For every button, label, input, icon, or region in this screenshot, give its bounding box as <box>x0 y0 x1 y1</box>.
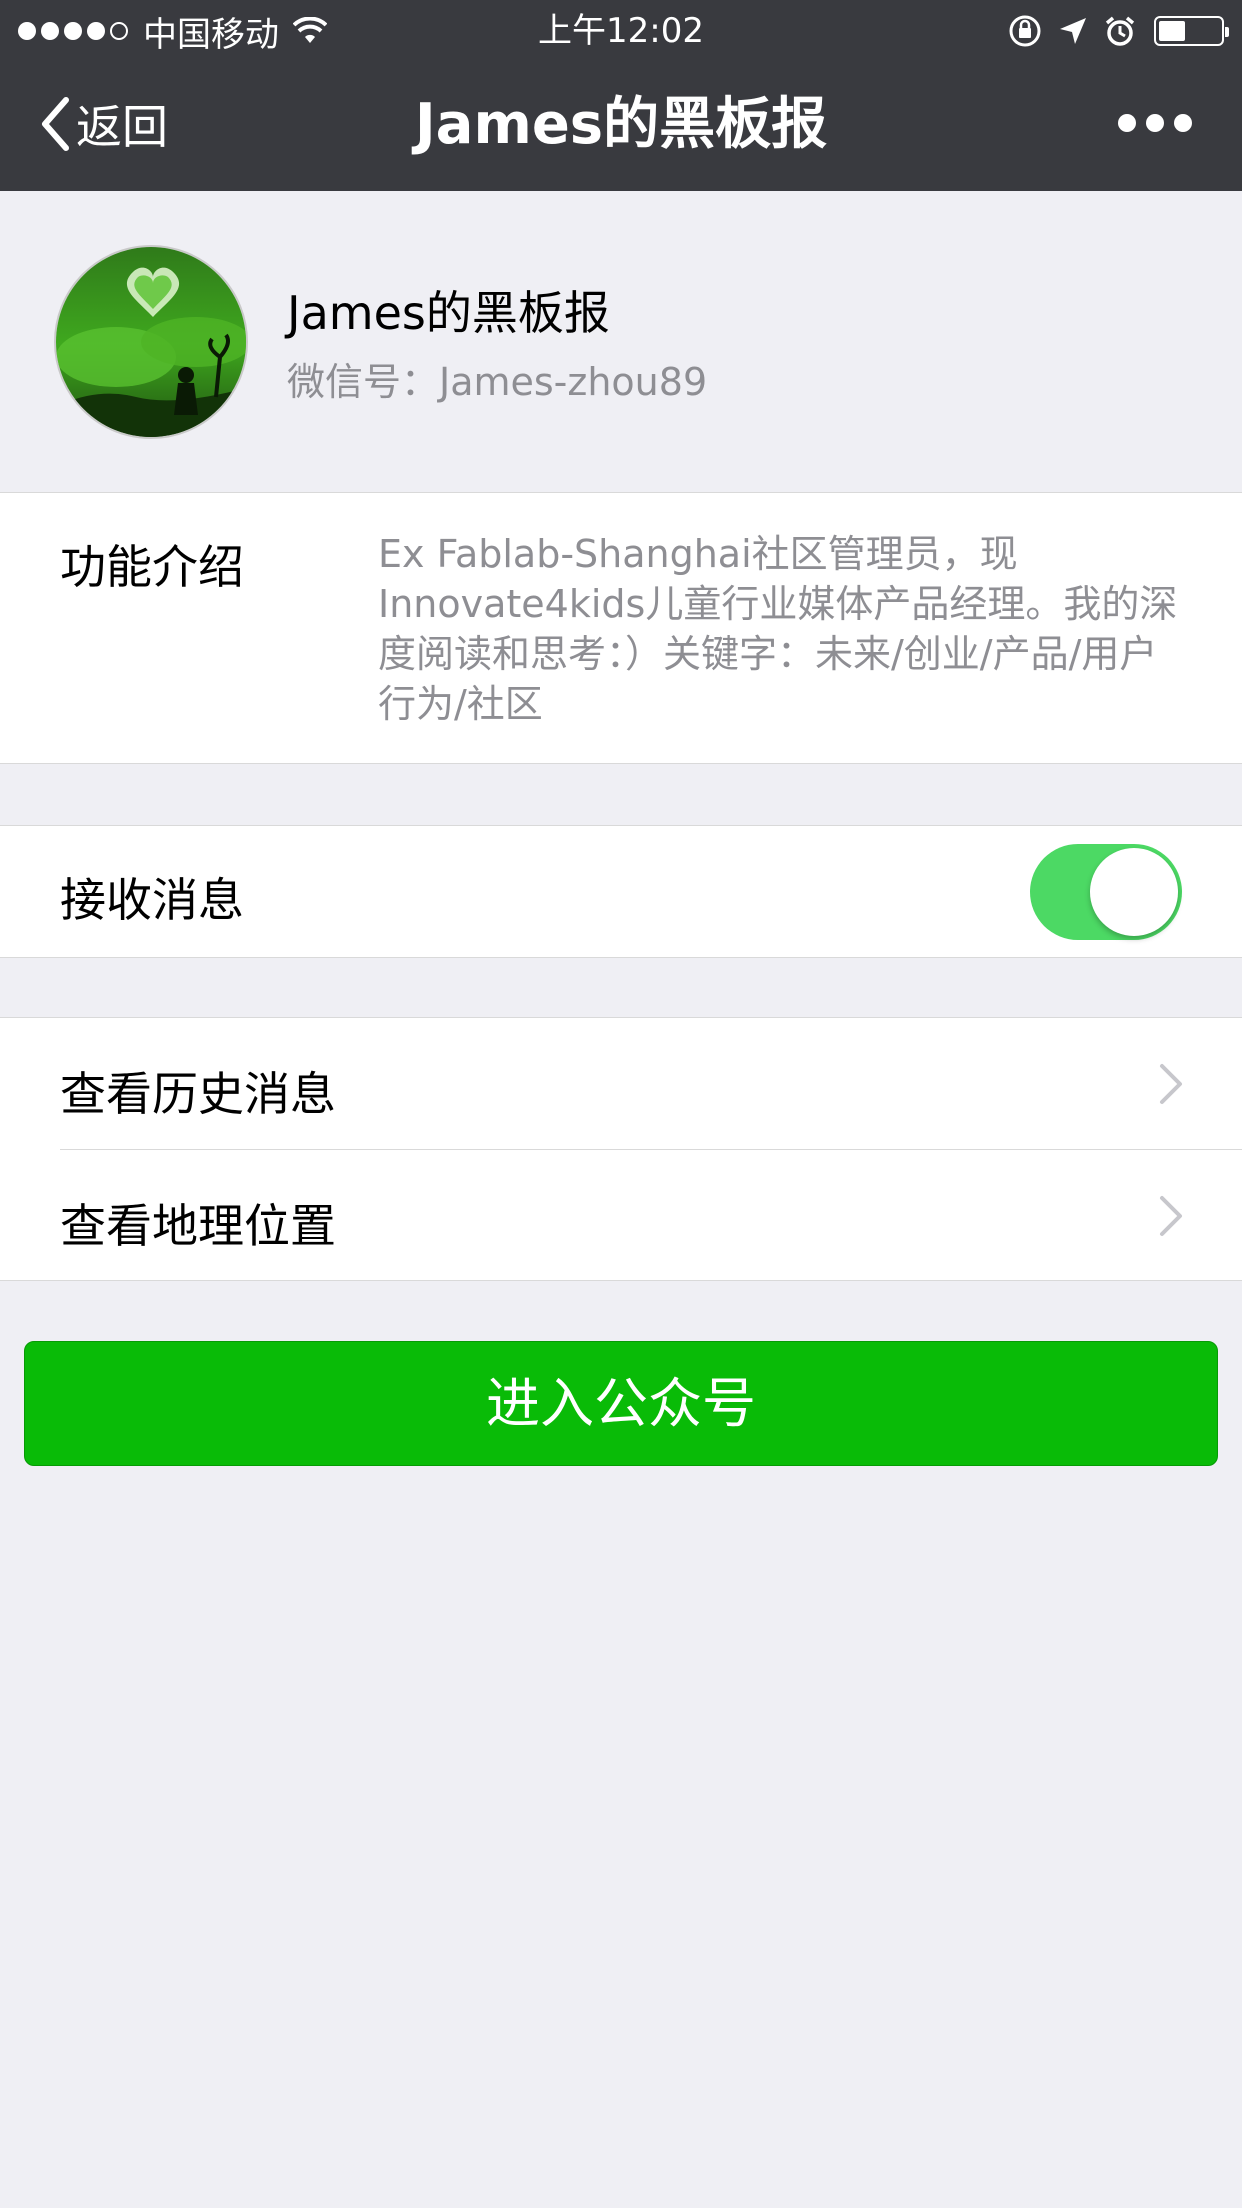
alarm-icon <box>1105 16 1135 46</box>
more-menu-button[interactable] <box>1118 106 1192 140</box>
status-right <box>992 10 1229 52</box>
toggle-knob <box>1090 848 1178 936</box>
status-bar: 中国移动 上午12:02 <box>0 0 1242 60</box>
receive-messages-label: 接收消息 <box>60 873 244 927</box>
chevron-right-icon <box>1160 1064 1182 1104</box>
intro-label: 功能介绍 <box>60 540 244 594</box>
battery-icon <box>1154 16 1229 46</box>
more-dot <box>1174 114 1192 132</box>
chevron-right-icon <box>1160 1196 1182 1236</box>
more-dot <box>1118 114 1136 132</box>
intro-section: 功能介绍 Ex Fablab-Shanghai社区管理员，现Innovate4k… <box>0 492 1242 764</box>
history-location-list: 查看历史消息 查看地理位置 <box>0 1017 1242 1281</box>
avatar <box>54 245 248 439</box>
wechat-id: 微信号：James-zhou89 <box>287 360 708 404</box>
receive-messages-toggle[interactable] <box>1030 844 1182 940</box>
more-dot <box>1146 114 1164 132</box>
geo-location-row[interactable]: 查看地理位置 <box>0 1150 1242 1282</box>
intro-text: Ex Fablab-Shanghai社区管理员，现Innovate4kids儿童… <box>378 532 1178 726</box>
navigation-bar: 返回 James的黑板报 <box>0 60 1242 191</box>
history-messages-label: 查看历史消息 <box>60 1067 336 1121</box>
history-messages-row[interactable]: 查看历史消息 <box>0 1018 1242 1150</box>
geo-location-label: 查看地理位置 <box>60 1199 336 1253</box>
orientation-lock-icon <box>1009 15 1041 47</box>
enter-official-account-button[interactable]: 进入公众号 <box>24 1341 1218 1466</box>
top-bar: 中国移动 上午12:02 返回 James的黑板报 <box>0 0 1242 191</box>
account-name: James的黑板报 <box>287 286 610 340</box>
profile-header: James的黑板报 微信号：James-zhou89 <box>0 191 1242 493</box>
page-title: James的黑板报 <box>414 92 828 157</box>
receive-messages-row: 接收消息 <box>0 825 1242 958</box>
avatar-image <box>56 247 246 437</box>
location-icon <box>1060 18 1086 44</box>
